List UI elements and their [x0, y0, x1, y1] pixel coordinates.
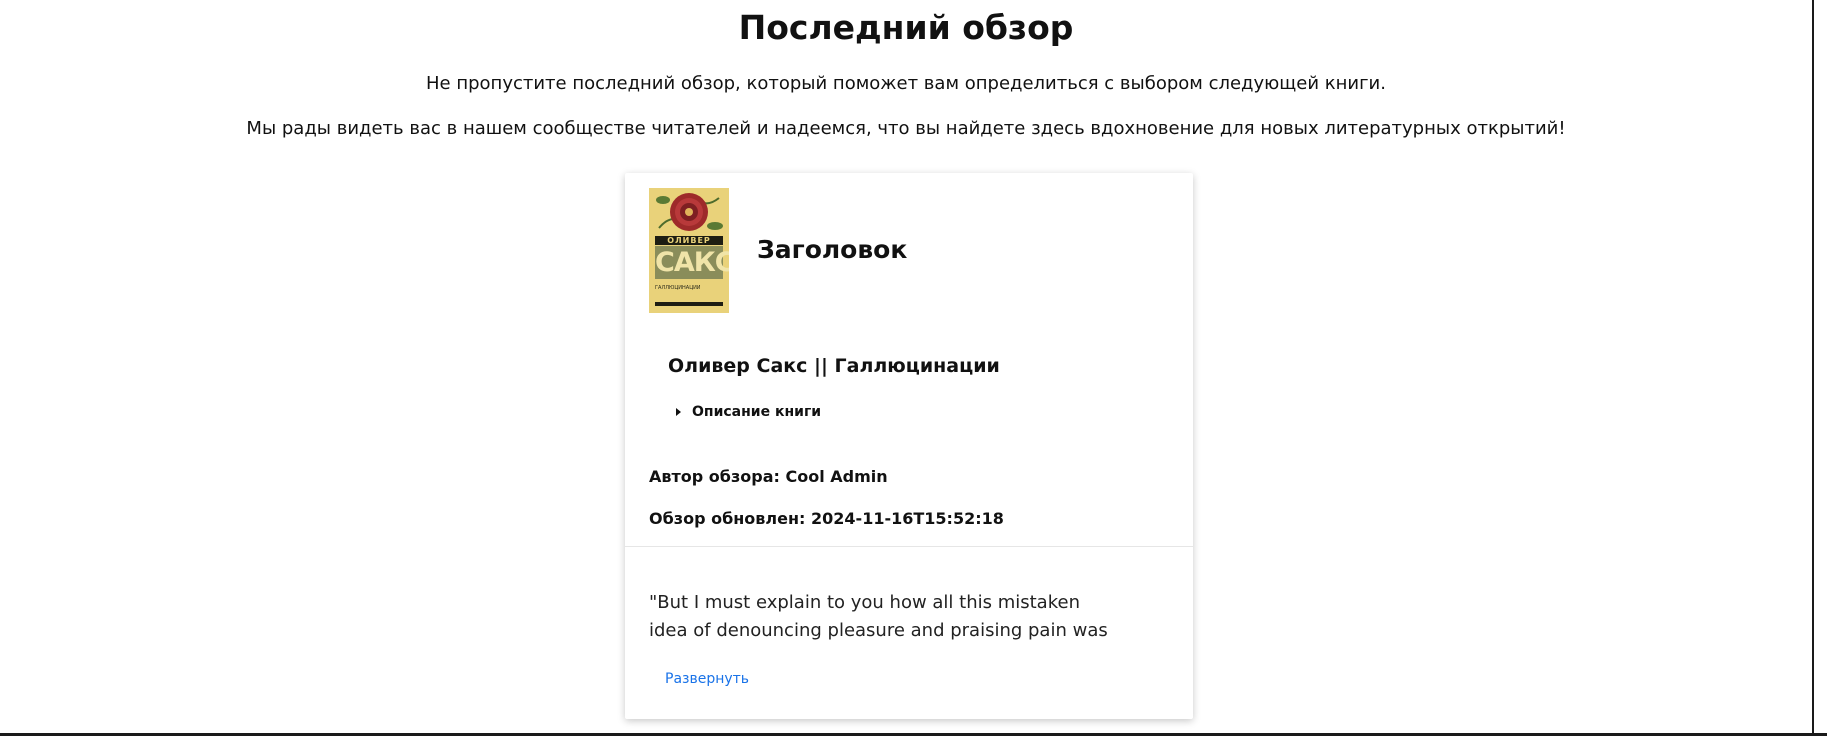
- welcome-text: Мы рады видеть вас в нашем сообществе чи…: [246, 118, 1566, 139]
- page-header: Последний обзор Не пропустите последний …: [0, 0, 1812, 141]
- cover-author-name: САКС: [655, 246, 729, 279]
- window-edge: [1812, 0, 1814, 736]
- expand-link[interactable]: Развернуть: [665, 670, 749, 688]
- page-title: Последний обзор: [738, 8, 1074, 47]
- book-title: Оливер Сакс || Галлюцинации: [668, 355, 1000, 377]
- book-description-label: Описание книги: [692, 404, 822, 420]
- card-heading: Заголовок: [757, 235, 908, 264]
- review-excerpt: "But I must explain to you how all this …: [649, 592, 1108, 641]
- cover-subtitle: ГАЛЛЮЦИНАЦИИ: [655, 285, 701, 291]
- cover-bottom-bar: [655, 302, 723, 306]
- page: Последний обзор Не пропустите последний …: [0, 0, 1827, 736]
- flower-illustration: [649, 188, 729, 236]
- intro-text: Не пропустите последний обзор, который п…: [426, 73, 1386, 94]
- review-updated: Обзор обновлен: 2024-11-16T15:52:18: [649, 509, 1004, 528]
- cover-author-band: ОЛИВЕР: [655, 236, 723, 245]
- review-author: Автор обзора: Cool Admin: [649, 467, 888, 486]
- book-description-toggle[interactable]: Описание книги: [676, 403, 821, 421]
- caret-right-icon: [676, 408, 681, 416]
- book-cover-image: ОЛИВЕР САКС ГАЛЛЮЦИНАЦИИ: [649, 188, 729, 313]
- card-divider: [625, 546, 1193, 547]
- review-card: ОЛИВЕР САКС ГАЛЛЮЦИНАЦИИ Заголовок Оливе…: [625, 173, 1193, 719]
